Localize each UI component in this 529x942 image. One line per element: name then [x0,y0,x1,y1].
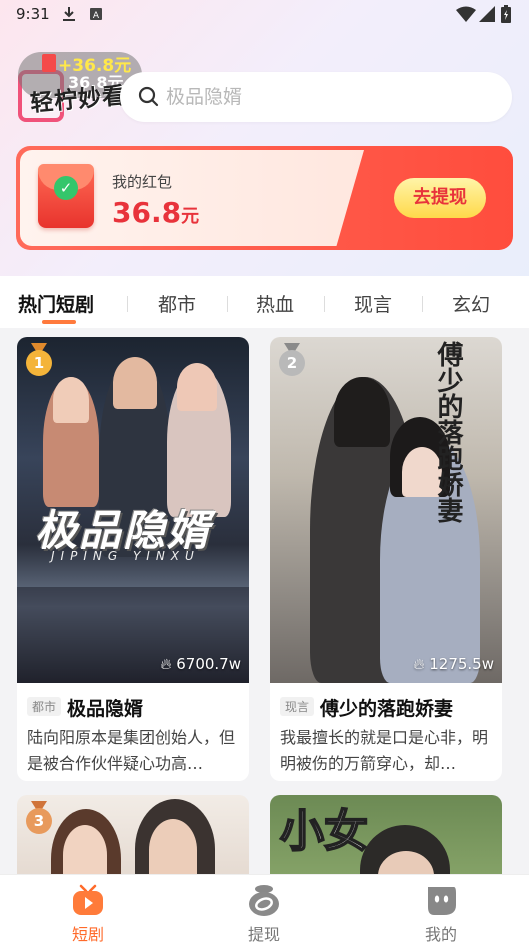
tab-urban[interactable]: 都市 [158,290,196,317]
red-packet-card[interactable]: ✓ 我的红包 36.8元 去提现 [16,146,513,250]
drama-title: 傅少的落跑娇妻 [320,698,454,720]
battery-icon [501,5,511,23]
tab-divider [324,296,325,312]
tv-icon [73,884,103,915]
search-input[interactable] [166,72,486,122]
drama-poster: 极品隐婿 JIPING YINXU [17,337,249,683]
poster-title: 小女 [279,805,369,858]
red-packet-label: 我的红包 [112,173,173,191]
red-packet-amount: 36.8元 [112,196,199,229]
active-tab-indicator [42,320,76,324]
tab-fantasy[interactable]: 玄幻 [452,290,490,317]
signal-icon [479,6,495,22]
rank-badge: 3 [25,801,53,835]
tab-divider [422,296,423,312]
logo-text: 轻柠妙看 [29,82,128,118]
drama-description: 我最擅长的就是口是心非，明明被伤的万箭穿心，却… [280,728,489,773]
red-packet-amount-unit: 元 [181,206,200,227]
nav-label: 提现 [247,925,280,942]
money-bag-icon [249,885,279,916]
svg-text:A: A [93,11,100,20]
drama-card[interactable]: 傅少的落跑娇妻 2 🔥︎ 1275.5w 现言 傅少的落跑娇妻 我最擅长的就是口… [270,337,502,781]
genre-tag: 现言 [280,697,315,716]
flame-icon: 🔥︎ [160,655,172,673]
tab-divider [127,296,128,312]
drama-card[interactable]: 极品隐婿 JIPING YINXU 1 🔥︎ 6700.7w 都市 极品隐婿 陆… [17,337,249,781]
status-bar: 9:31 A [0,0,529,30]
wifi-icon [456,6,476,22]
poster-title: 傅少的落跑娇妻 [433,341,463,523]
download-icon [63,7,75,21]
tab-romance[interactable]: 现言 [354,290,392,317]
poster-subtitle: JIPING YINXU [51,549,200,563]
flame-icon: 🔥︎ [413,655,425,673]
red-packet-icon: ✓ [38,164,94,228]
nav-label: 我的 [424,925,457,942]
rank-badge: 2 [278,343,306,377]
category-tabs: 热门短剧 都市 热血 现言 玄幻 [0,276,529,328]
tab-passion[interactable]: 热血 [256,290,294,317]
play-count-value: 6700.7w [176,655,241,673]
play-count: 🔥︎ 6700.7w [160,655,241,673]
nav-item-dramas[interactable]: 短剧 [48,881,128,942]
withdraw-button[interactable]: 去提现 [394,178,486,218]
nav-label: 短剧 [71,925,104,942]
search-bar[interactable] [120,72,512,122]
play-count: 🔥︎ 1275.5w [413,655,494,673]
tab-hot-dramas[interactable]: 热门短剧 [18,290,94,317]
nav-item-withdraw[interactable]: 提现 [224,881,304,942]
drama-title: 极品隐婿 [67,698,144,720]
rank-number: 2 [286,354,298,372]
drama-poster: 傅少的落跑娇妻 [270,337,502,683]
rank-number: 3 [33,812,45,830]
tab-divider [227,296,228,312]
red-packet-amount-value: 36.8 [112,196,182,229]
rank-number: 1 [33,354,45,372]
red-envelope-icon [42,54,56,72]
rank-badge: 1 [25,343,53,377]
drama-description: 陆向阳原本是集团创始人，但是被合作伙伴疑心功高… [27,728,236,773]
check-icon: ✓ [54,176,78,200]
play-count-value: 1275.5w [429,655,494,673]
search-icon [138,86,159,107]
genre-tag: 都市 [27,697,62,716]
status-time: 9:31 [16,5,50,23]
nav-item-profile[interactable]: 我的 [401,881,481,942]
bottom-navigation: 短剧 提现 我的 [0,874,529,942]
app-notification-icon: A [90,8,102,20]
profile-icon [428,887,456,915]
